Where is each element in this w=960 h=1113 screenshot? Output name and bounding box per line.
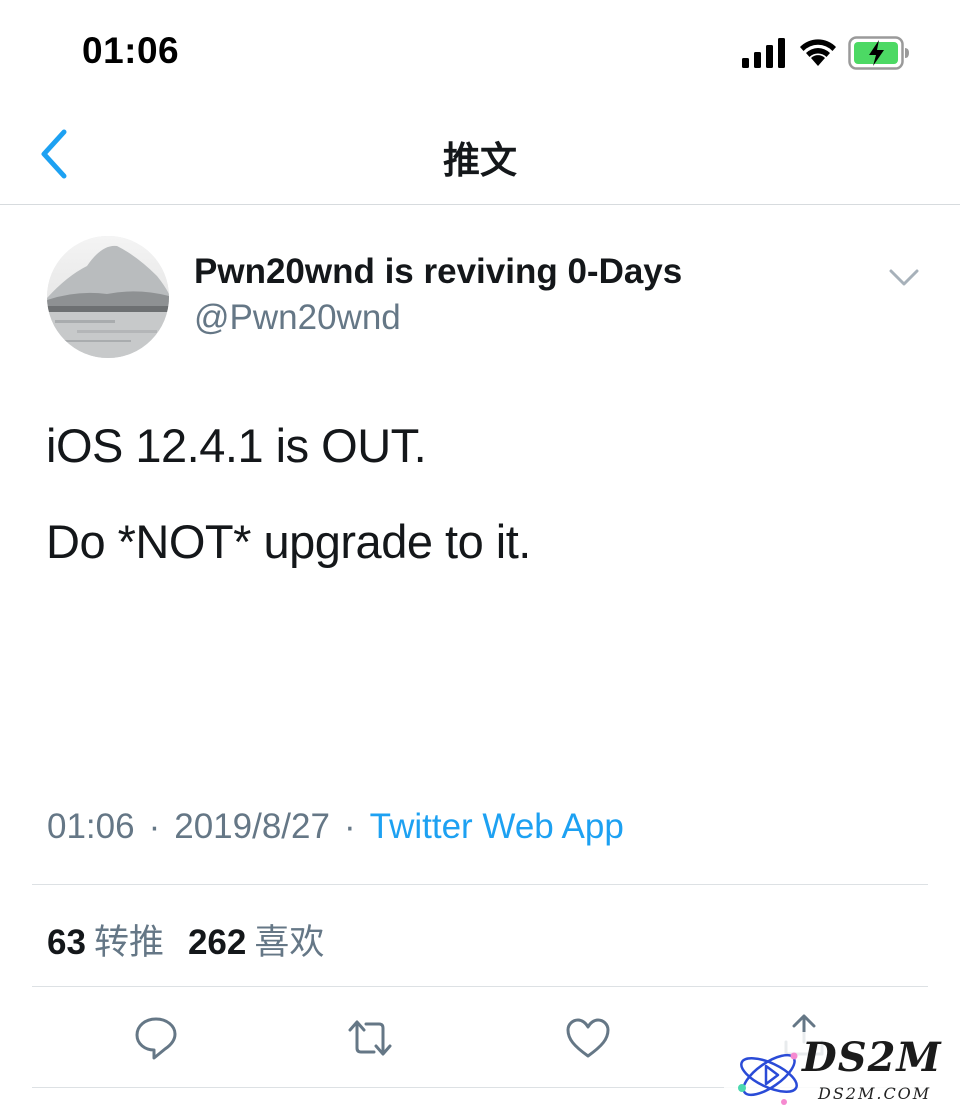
- user-handle[interactable]: @Pwn20wnd: [194, 298, 401, 338]
- tweet-text-line: Do *NOT* upgrade to it.: [46, 515, 531, 568]
- signal-icon: [742, 38, 785, 68]
- tweet-stats: 63 转推 262 喜欢: [47, 914, 324, 965]
- tweet-detail-screen: 01:06 推文 Pwn20wnd is reviving 0-Days @Pw…: [0, 0, 960, 1113]
- battery-charging-icon: [848, 36, 909, 70]
- tweet-date: 2019/8/27: [174, 807, 330, 846]
- heart-icon[interactable]: [564, 1014, 612, 1062]
- watermark-logo-text: DS2M: [802, 1034, 942, 1081]
- avatar[interactable]: [47, 236, 169, 358]
- status-time: 01:06: [82, 30, 180, 71]
- wifi-icon: [800, 39, 836, 66]
- retweet-label: 转推: [93, 923, 164, 963]
- display-name[interactable]: Pwn20wnd is reviving 0-Days: [194, 252, 682, 292]
- tweet-text-line: iOS 12.4.1 is OUT.: [46, 419, 427, 472]
- retweets-stat[interactable]: 63 转推: [47, 923, 164, 963]
- page-title: 推文: [443, 139, 517, 182]
- divider: [32, 986, 928, 987]
- likes-stat[interactable]: 262 喜欢: [187, 923, 325, 963]
- retweet-count: 63: [47, 923, 86, 962]
- tweet-meta: 01:06 · 2019/8/27 · Twitter Web App: [47, 807, 624, 847]
- like-label: 喜欢: [254, 923, 325, 963]
- tweet-source-link[interactable]: Twitter Web App: [370, 807, 624, 846]
- watermark-url: DS2M.COM: [818, 1084, 932, 1103]
- reply-icon[interactable]: [132, 1014, 180, 1062]
- chevron-down-icon[interactable]: [886, 262, 922, 292]
- like-count: 262: [187, 923, 247, 962]
- watermark: DS2M DS2M.COM: [724, 1032, 954, 1110]
- divider: [32, 884, 928, 885]
- retweet-icon[interactable]: [346, 1014, 394, 1062]
- atom-logo-icon: [738, 1052, 798, 1105]
- tweet-time: 01:06: [47, 807, 135, 846]
- navigation-bar: 推文: [0, 100, 960, 205]
- meta-separator: ·: [343, 807, 356, 846]
- avatar-landscape-image: [47, 236, 169, 358]
- meta-separator: ·: [148, 807, 161, 846]
- status-bar: 01:06: [0, 0, 960, 100]
